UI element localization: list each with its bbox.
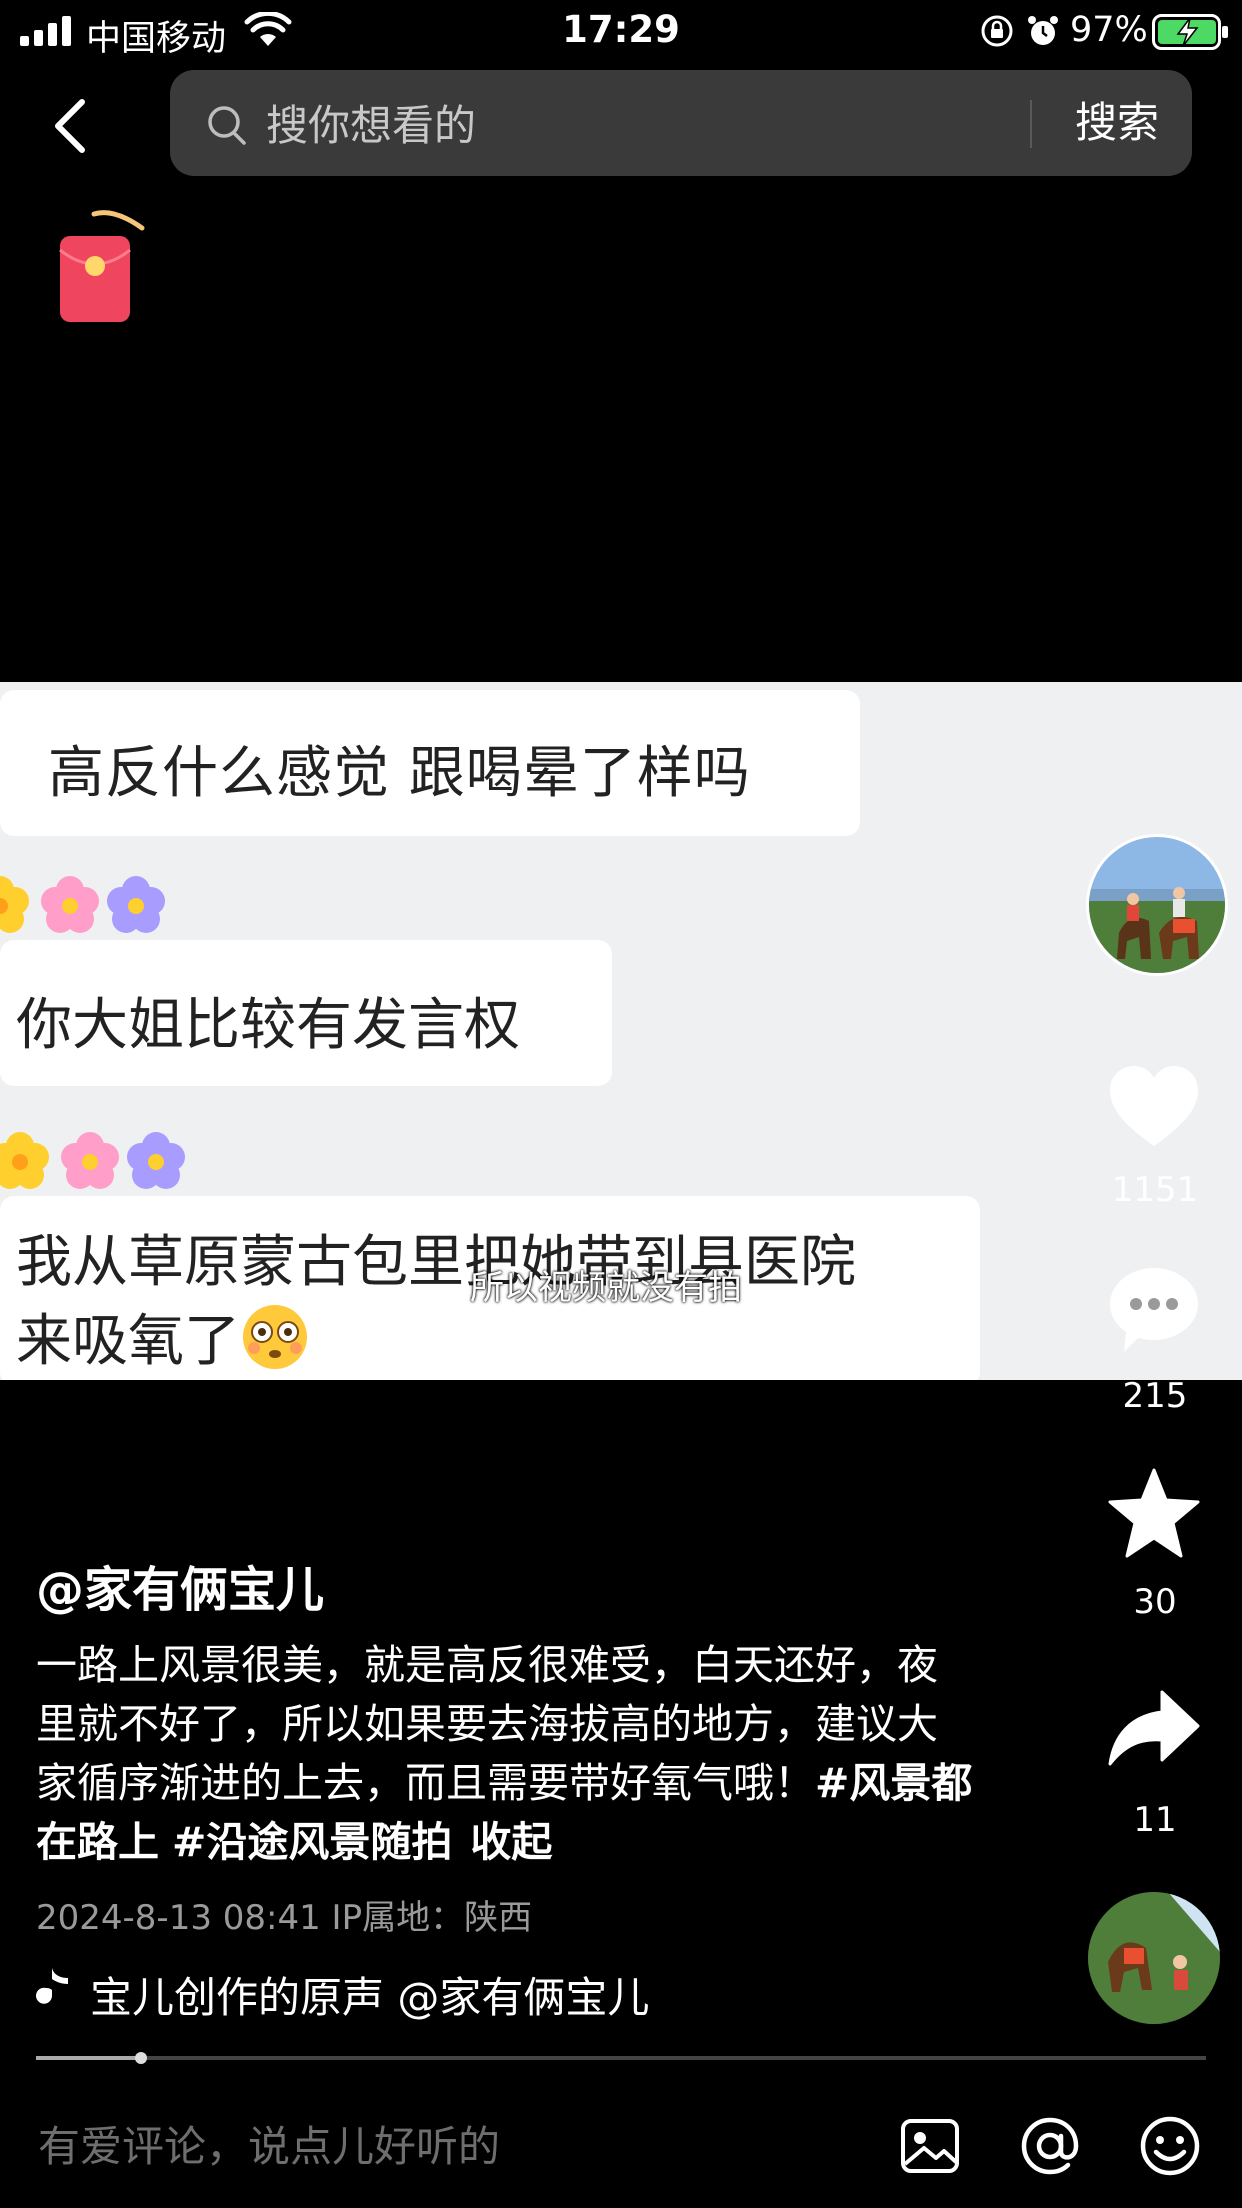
chat-bubble: 高反什么感觉 跟喝晕了样吗 xyxy=(0,690,860,836)
search-icon xyxy=(208,106,246,145)
red-packet-icon[interactable] xyxy=(56,206,146,326)
video-subtitle: 所以视频就没有拍 xyxy=(470,1268,742,1308)
chat-message-text: 高反什么感觉 跟喝晕了样吗 xyxy=(48,741,751,806)
at-icon[interactable] xyxy=(1018,2114,1082,2178)
post-meta: 2024-8-13 08:41 IP属地：陕西 xyxy=(36,1898,533,1938)
collapse-button[interactable]: 收起 xyxy=(470,1818,552,1866)
music-disc[interactable] xyxy=(1088,1892,1220,2024)
music-note-icon xyxy=(36,1968,68,2004)
author-handle[interactable]: @家有俩宝儿 xyxy=(36,1550,324,1620)
video-description: 一路上风景很美，就是高反很难受，白天还好，夜里就不好了，所以如果要去海拔高的地方… xyxy=(36,1636,976,1872)
heart-icon[interactable] xyxy=(1106,1060,1202,1156)
star-icon[interactable] xyxy=(1106,1466,1202,1562)
video-progress-handle[interactable] xyxy=(135,2052,148,2064)
back-icon[interactable] xyxy=(46,96,96,156)
video-progress-fill xyxy=(36,2056,142,2060)
flower-emoji-icon xyxy=(0,1132,185,1189)
flower-emoji-icon xyxy=(0,876,165,933)
chat-bubble: 你大姐比较有发言权 xyxy=(0,940,612,1086)
battery-percent: 97% xyxy=(1070,10,1148,50)
video-frame[interactable]: 高反什么感觉 跟喝晕了样吗 你大姐比较有发言权 我从草原蒙古包里把她带到县医院 … xyxy=(0,682,1242,1380)
search-divider xyxy=(1030,100,1032,148)
like-count: 1151 xyxy=(1111,1170,1199,1210)
author-avatar[interactable] xyxy=(1086,834,1228,976)
comment-icon[interactable] xyxy=(1106,1262,1202,1358)
share-count: 11 xyxy=(1133,1800,1177,1840)
comment-input[interactable] xyxy=(36,2110,860,2182)
comment-count: 215 xyxy=(1122,1376,1188,1416)
description-text: 一路上风景很美，就是高反很难受，白天还好，夜里就不好了，所以如果要去海拔高的地方… xyxy=(36,1641,938,1807)
lock-rotation-icon xyxy=(981,15,1013,47)
share-icon[interactable] xyxy=(1106,1682,1202,1778)
flushed-face-icon xyxy=(243,1305,307,1369)
battery-icon xyxy=(1152,14,1228,50)
music-title[interactable]: 宝儿创作的原声 @家有俩宝儿 xyxy=(90,1964,750,2025)
alarm-icon xyxy=(1028,16,1058,45)
chat-message-text: 你大姐比较有发言权 xyxy=(16,993,520,1058)
status-bar: 中国移动 17:29 97% xyxy=(0,0,1242,62)
search-input[interactable] xyxy=(264,94,1008,156)
search-button[interactable]: 搜索 xyxy=(1052,88,1182,158)
emoji-icon[interactable] xyxy=(1138,2114,1202,2178)
favorite-count: 30 xyxy=(1133,1582,1177,1622)
image-icon[interactable] xyxy=(898,2114,962,2178)
hashtag[interactable]: #沿途风景随拍 xyxy=(172,1818,452,1866)
video-progress-track[interactable] xyxy=(36,2056,1206,2060)
